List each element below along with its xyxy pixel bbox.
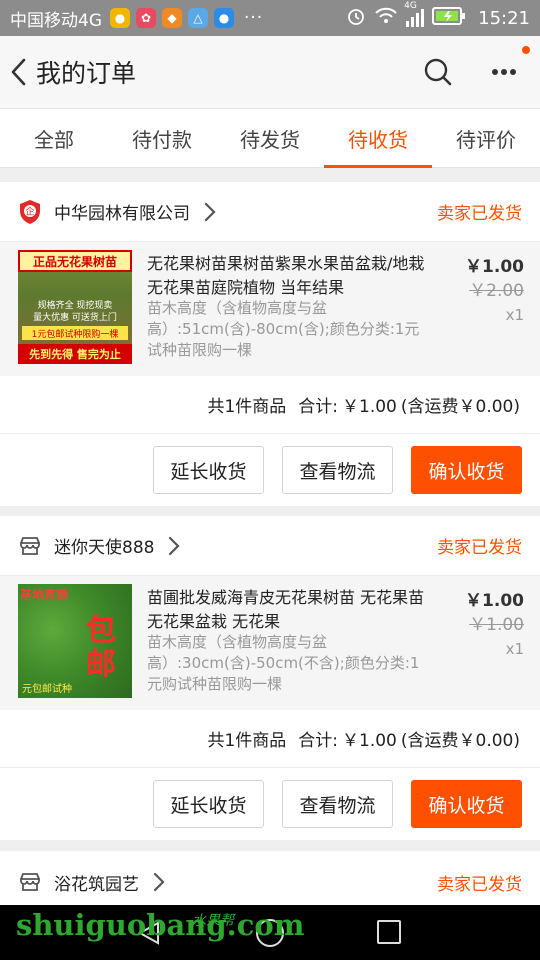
- shop-name[interactable]: 浴花筑园艺: [54, 870, 139, 895]
- tab-pending-shipment[interactable]: 待发货: [216, 109, 324, 167]
- chevron-right-icon: [204, 202, 216, 222]
- product-spec: 苗木高度（含植物高度与盆高）:30cm(含)-50cm(不含);颜色分类:1元购…: [147, 633, 420, 693]
- extend-receipt-button[interactable]: 延长收货: [153, 780, 264, 828]
- more-notifications-icon: ···: [244, 8, 264, 28]
- product-original-price: ￥1.00: [469, 615, 524, 635]
- store-icon: [18, 534, 42, 558]
- chevron-left-icon: [11, 58, 26, 86]
- product-price: ￥1.00: [465, 257, 524, 277]
- product-thumbnail[interactable]: 基地直销 包邮 元包邮试种: [18, 584, 132, 698]
- tab-pending-payment[interactable]: 待付款: [108, 109, 216, 167]
- total-label: 合计:: [298, 731, 339, 751]
- product-quantity: x1: [505, 640, 524, 658]
- product-price: ￥1.00: [465, 591, 524, 611]
- watermark-cn: 水果帮: [192, 913, 234, 929]
- thumbnail-caption: 1元包邮试种限购一棵: [22, 326, 128, 340]
- signal-icon: 4G: [404, 1, 425, 27]
- order-summary: 共1件商品 合计: ￥1.00 (含运费￥0.00): [0, 376, 540, 434]
- order-actions: 延长收货 查看物流 确认收货: [0, 434, 540, 506]
- back-button[interactable]: [2, 36, 36, 108]
- more-button[interactable]: [484, 46, 530, 92]
- svg-text:企: 企: [25, 205, 34, 217]
- thumbnail-caption: 量大优惠 可送货上门: [33, 313, 117, 323]
- store-icon: [18, 870, 42, 894]
- shop-name[interactable]: 中华园林有限公司: [54, 199, 190, 224]
- nav-recent-apps-icon[interactable]: [377, 920, 401, 944]
- order-summary: 共1件商品 合计: ￥1.00 (含运费￥0.00): [0, 710, 540, 768]
- status-bar: 中国移动4G ● ✿ ◆ △ ● ··· 4G 15:21: [0, 0, 540, 36]
- battery-icon: [432, 6, 466, 30]
- notification-dot: [522, 46, 530, 54]
- view-logistics-button[interactable]: 查看物流: [282, 446, 393, 494]
- alarm-icon: [346, 6, 366, 31]
- item-count: 共1件商品: [207, 397, 287, 417]
- thumbnail-caption: 包邮: [86, 613, 116, 682]
- thumbnail-caption: 先到先得 售完为止: [18, 344, 132, 364]
- tab-pending-review[interactable]: 待评价: [432, 109, 540, 167]
- carrier-label: 中国移动4G: [10, 10, 102, 31]
- order-card: 迷你天使888 卖家已发货 基地直销 包邮 元包邮试种 苗圃批发威海青皮无花果树…: [0, 516, 540, 840]
- notification-app-icon: ●: [214, 8, 234, 28]
- product-title[interactable]: 无花果树苗果树苗紫果水果苗盆栽/地栽无花果苗庭院植物 当年结果: [147, 252, 429, 300]
- app-header: 我的订单: [0, 36, 540, 108]
- shop-name[interactable]: 迷你天使888: [54, 533, 154, 558]
- clock: 15:21: [478, 7, 530, 29]
- order-tabs: 全部 待付款 待发货 待收货 待评价: [0, 108, 540, 168]
- shipping-fee: (含运费￥0.00): [400, 731, 520, 751]
- thumbnail-caption: 正品无花果树苗: [18, 250, 132, 272]
- order-item[interactable]: 基地直销 包邮 元包邮试种 苗圃批发威海青皮无花果树苗 无花果苗 无花果盆栽 无…: [0, 576, 540, 710]
- more-dots-icon: [492, 69, 516, 75]
- product-spec: 苗木高度（含植物高度与盆高）:51cm(含)-80cm(含);颜色分类:1元试种…: [147, 299, 420, 359]
- enterprise-badge-icon: 企: [18, 199, 42, 224]
- thumbnail-caption: 基地直销: [20, 588, 69, 602]
- chevron-right-icon: [168, 536, 181, 556]
- extend-receipt-button[interactable]: 延长收货: [153, 446, 264, 494]
- tab-pending-receipt[interactable]: 待收货: [324, 109, 432, 168]
- product-original-price: ￥2.00: [469, 281, 524, 301]
- shop-header[interactable]: 浴花筑园艺 卖家已发货: [0, 851, 540, 913]
- notification-app-icon: ✿: [136, 8, 156, 28]
- notification-app-icon: ◆: [162, 8, 182, 28]
- total-label: 合计:: [298, 397, 339, 417]
- order-actions: 延长收货 查看物流 确认收货: [0, 768, 540, 840]
- wifi-icon: [374, 6, 398, 31]
- product-title[interactable]: 苗圃批发威海青皮无花果树苗 无花果苗 无花果盆栽 无花果: [147, 586, 429, 634]
- order-status: 卖家已发货: [437, 874, 522, 895]
- product-thumbnail[interactable]: 正品无花果树苗 规格齐全 现挖现卖 量大优惠 可送货上门 1元包邮试种限购一棵 …: [18, 250, 132, 364]
- shipping-fee: (含运费￥0.00): [400, 397, 520, 417]
- tab-all[interactable]: 全部: [0, 109, 108, 167]
- shop-header[interactable]: 迷你天使888 卖家已发货: [0, 516, 540, 576]
- shop-header[interactable]: 企 中华园林有限公司 卖家已发货: [0, 182, 540, 242]
- order-card: 企 中华园林有限公司 卖家已发货 正品无花果树苗 规格齐全 现挖现卖 量大优惠 …: [0, 182, 540, 506]
- order-status: 卖家已发货: [437, 538, 522, 558]
- view-logistics-button[interactable]: 查看物流: [282, 780, 393, 828]
- total-amount: ￥1.00: [342, 731, 397, 751]
- notification-app-icon: △: [188, 8, 208, 28]
- order-status: 卖家已发货: [437, 204, 522, 224]
- order-card: 浴花筑园艺 卖家已发货: [0, 851, 540, 905]
- network-type-label: 4G: [404, 1, 417, 11]
- confirm-receipt-button[interactable]: 确认收货: [411, 780, 522, 828]
- search-icon: [424, 58, 452, 86]
- order-item[interactable]: 正品无花果树苗 规格齐全 现挖现卖 量大优惠 可送货上门 1元包邮试种限购一棵 …: [0, 242, 540, 376]
- product-quantity: x1: [505, 306, 524, 324]
- total-amount: ￥1.00: [342, 397, 397, 417]
- chevron-right-icon: [153, 872, 165, 892]
- page-title: 我的订单: [36, 59, 137, 88]
- item-count: 共1件商品: [207, 731, 287, 751]
- thumbnail-caption: 元包邮试种: [22, 684, 72, 695]
- search-button[interactable]: [418, 52, 458, 92]
- watermark: shuiguobang.com: [16, 908, 305, 942]
- notification-app-icon: ●: [110, 8, 130, 28]
- confirm-receipt-button[interactable]: 确认收货: [411, 446, 522, 494]
